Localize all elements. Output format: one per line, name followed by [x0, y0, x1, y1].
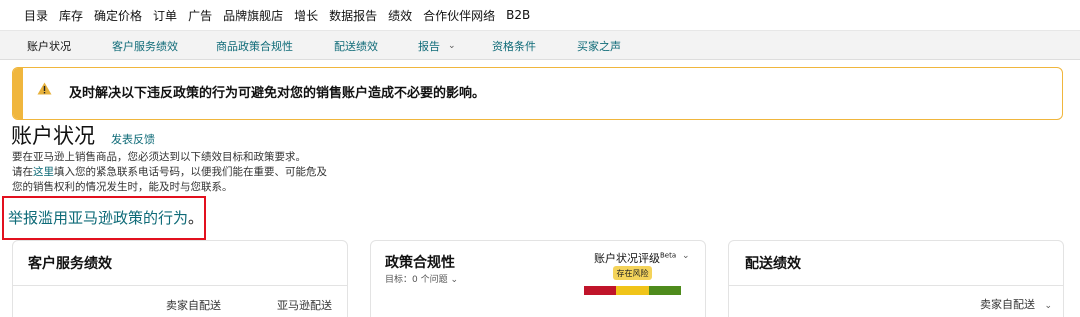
nav-pricing[interactable]: 确定价格 [94, 7, 142, 24]
warning-icon [37, 82, 52, 95]
rating-bar-green [649, 286, 681, 295]
rating-bar-yellow [616, 286, 649, 295]
feedback-link[interactable]: 发表反馈 [111, 131, 155, 147]
alert-accent-bar [13, 68, 23, 119]
card-divider [729, 285, 1063, 286]
rating-bar-red [584, 286, 616, 295]
customer-service-card: 客户服务绩效 卖家自配送 亚马逊配送 [12, 240, 348, 317]
report-abuse-link-text: 举报滥用亚马逊政策的行为 [8, 209, 189, 227]
chevron-down-icon: ⌄ [1044, 301, 1053, 311]
chevron-down-icon: ⌄ [448, 40, 456, 51]
nav-performance[interactable]: 绩效 [388, 7, 412, 24]
target-value: 0 个问题 [412, 275, 448, 285]
page-title: 账户状况 [11, 124, 95, 148]
description-line-1: 要在亚马逊上销售商品，您必须达到以下绩效目标和政策要求。 [12, 151, 306, 163]
card-divider [13, 285, 347, 286]
sub-navigation: 账户状况 客户服务绩效 商品政策合规性 配送绩效 报告 ⌄ 资格条件 买家之声 [0, 31, 1080, 60]
description-line-2-suffix: 填入您的紧急联系电话号码，以便我们能在重要、可能危及 [54, 166, 327, 178]
alert-message: 及时解决以下违反政策的行为可避免对您的销售账户造成不必要的影响。 [69, 86, 486, 101]
emergency-contact-link[interactable]: 这里 [33, 166, 54, 178]
shipping-dropdown-label: 卖家自配送 [980, 298, 1035, 311]
description-line-2: 请在这里填入您的紧急联系电话号码，以便我们能在重要、可能危及 [12, 165, 327, 179]
tab-customer-service-performance[interactable]: 客户服务绩效 [112, 31, 178, 60]
nav-orders[interactable]: 订单 [153, 7, 177, 24]
tab-eligibility[interactable]: 资格条件 [492, 31, 536, 60]
policy-compliance-card-title: 政策合规性 [385, 255, 455, 271]
tab-product-policy-compliance[interactable]: 商品政策合规性 [216, 31, 293, 60]
nav-inventory[interactable]: 库存 [59, 7, 83, 24]
tab-reports-label: 报告 [418, 39, 440, 53]
tab-reports[interactable]: 报告 ⌄ [418, 31, 456, 60]
customer-service-card-title: 客户服务绩效 [28, 256, 112, 272]
at-risk-badge: 存在风险 [613, 266, 652, 280]
nav-brand-store[interactable]: 品牌旗舰店 [223, 7, 283, 24]
target-label: 目标： [385, 275, 413, 285]
policy-target: 目标：0 个问题 ⌄ [385, 272, 458, 285]
account-health-rating-label[interactable]: 账户状况评级Beta [594, 250, 676, 266]
top-navigation: 目录 库存 确定价格 订单 广告 品牌旗舰店 增长 数据报告 绩效 合作伙伴网络… [0, 0, 1080, 31]
report-abuse-period: 。 [188, 209, 204, 227]
nav-b2b[interactable]: B2B [506, 8, 530, 22]
beta-tag: Beta [660, 251, 677, 260]
shipping-card-title: 配送绩效 [745, 256, 801, 272]
nav-partner-network[interactable]: 合作伙伴网络 [423, 7, 495, 24]
description-line-2-prefix: 请在 [12, 166, 33, 178]
nav-catalog[interactable]: 目录 [24, 7, 48, 24]
rating-label-text: 账户状况评级 [594, 252, 660, 265]
tab-voice-of-customer[interactable]: 买家之声 [577, 31, 621, 60]
nav-reports[interactable]: 数据报告 [329, 7, 377, 24]
chevron-down-icon[interactable]: ⌄ [450, 275, 458, 285]
tab-account-health[interactable]: 账户状况 [27, 31, 71, 60]
column-merchant-fulfilled: 卖家自配送 [166, 299, 221, 312]
policy-alert: 及时解决以下违反政策的行为可避免对您的销售账户造成不必要的影响。 [12, 67, 1063, 120]
description-line-3: 您的销售权利的情况发生时，能及时与您联系。 [12, 181, 233, 193]
shipping-performance-card: 配送绩效 卖家自配送 ⌄ [728, 240, 1064, 317]
chevron-down-icon[interactable]: ⌄ [682, 251, 690, 261]
nav-advertising[interactable]: 广告 [188, 7, 212, 24]
shipping-fulfillment-dropdown[interactable]: 卖家自配送 ⌄ [980, 296, 1052, 312]
nav-growth[interactable]: 增长 [294, 7, 318, 24]
report-abuse-link[interactable]: 举报滥用亚马逊政策的行为。 [8, 207, 203, 228]
tab-shipping-performance[interactable]: 配送绩效 [334, 31, 378, 60]
column-amazon-fulfilled: 亚马逊配送 [277, 299, 332, 312]
